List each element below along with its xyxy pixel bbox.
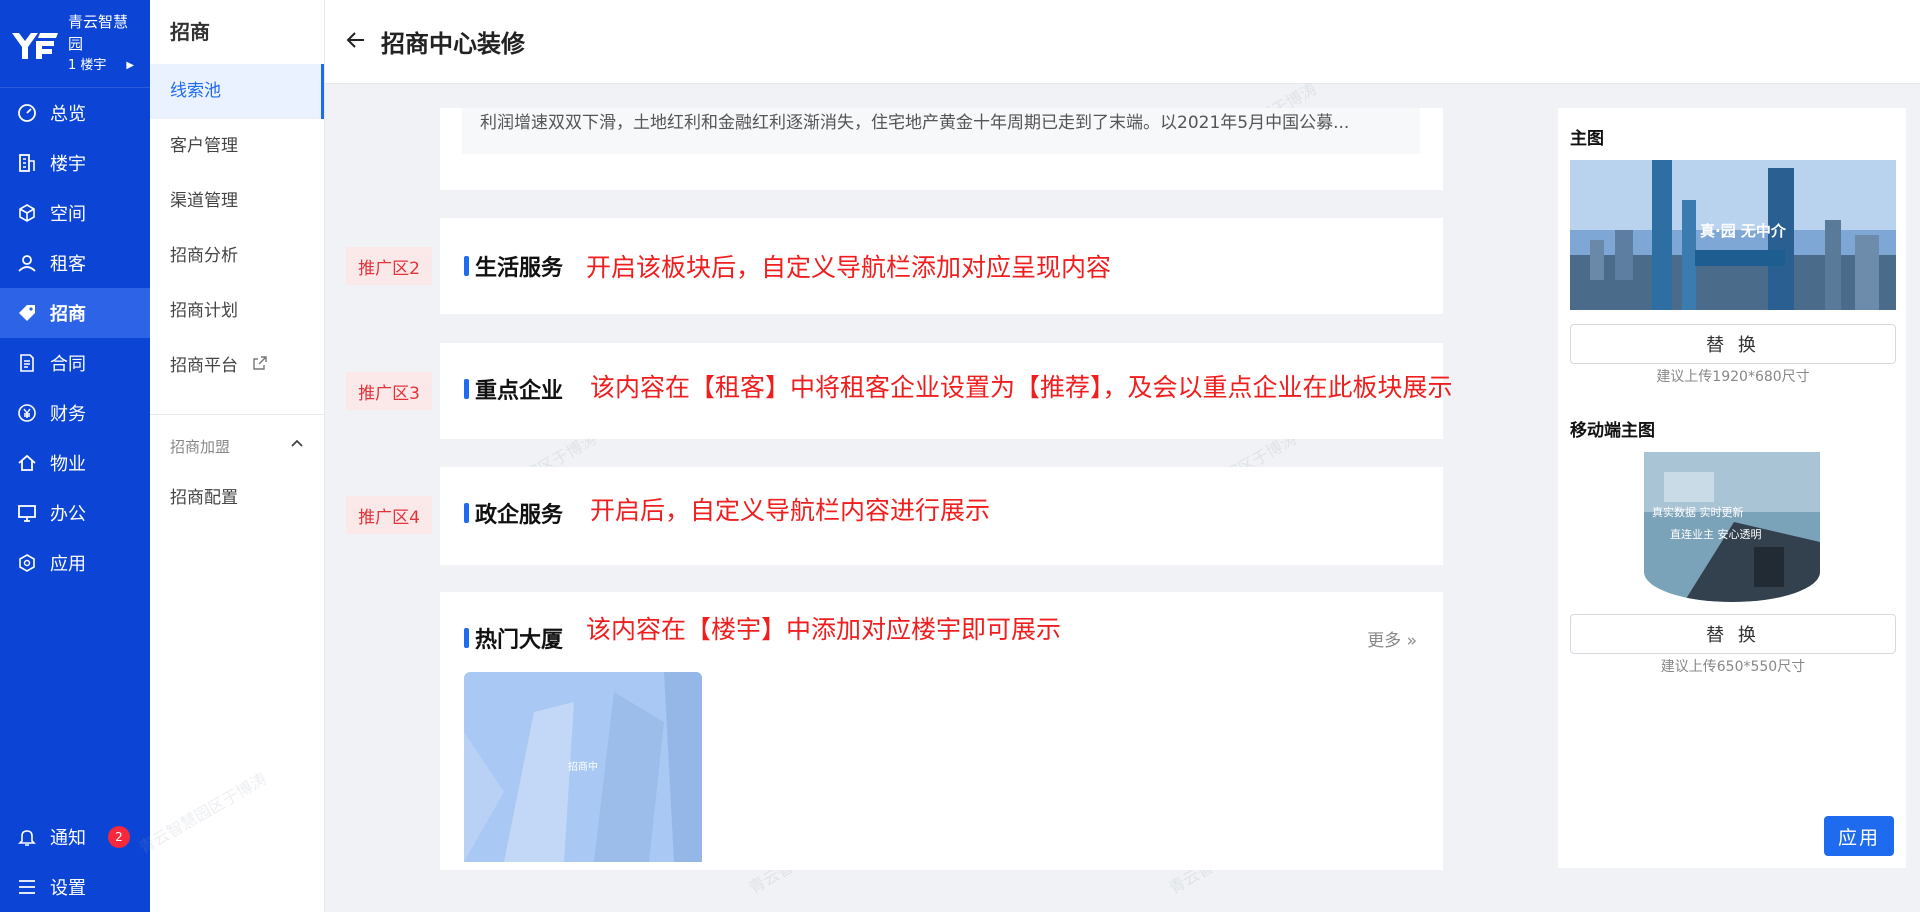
- settings-label: 设置: [50, 878, 86, 899]
- replace-mobile-image-button[interactable]: 替 换: [1570, 614, 1896, 654]
- nav-label: 应用: [50, 554, 86, 575]
- nav-item-finance[interactable]: 财务: [0, 388, 150, 438]
- mobile-image-hint: 建议上传650*550尺寸: [1660, 659, 1806, 675]
- section-marker: [464, 628, 469, 648]
- nav-item-office[interactable]: 办公: [0, 488, 150, 538]
- mobile-image-preview: 真实数据 实时更新 直连业主 安心透明: [1644, 452, 1820, 602]
- bell-icon: [16, 826, 38, 848]
- nav-label: 招商: [50, 304, 86, 325]
- section-title: 热门大厦: [475, 628, 564, 653]
- subnav-item-leads[interactable]: 线索池: [150, 64, 324, 119]
- external-link-icon: [252, 339, 268, 394]
- annotation-note: 开启后，自定义导航栏内容进行展示: [590, 496, 991, 525]
- section-life-service[interactable]: 生活服务 开启该板块后，自定义导航栏添加对应呈现内容: [440, 218, 1443, 314]
- nav-item-tenant[interactable]: 租客: [0, 238, 150, 288]
- promo-tag-3: 推广区3: [346, 372, 432, 410]
- notify-label: 通知: [50, 828, 86, 849]
- mobile-image-title: 移动端主图: [1570, 421, 1655, 441]
- page-title: 招商中心装修: [381, 30, 525, 58]
- building-icon: [16, 152, 38, 174]
- main-image-hint: 建议上传1920*680尺寸: [1656, 369, 1810, 385]
- section-title: 生活服务: [475, 256, 564, 281]
- brand-name: 青云智慧园: [68, 12, 129, 53]
- nav-item-space[interactable]: 空间: [0, 188, 150, 238]
- subnav-title: 招商: [170, 20, 210, 44]
- more-label: 更多: [1367, 631, 1402, 651]
- cube-icon: [16, 202, 38, 224]
- logo-icon: [10, 27, 62, 61]
- nav-item-investment[interactable]: 招商: [0, 288, 150, 338]
- nav-label: 财务: [50, 404, 86, 425]
- nav-label: 办公: [50, 504, 86, 525]
- promo-tag-2: 推广区2: [346, 247, 432, 285]
- section-marker: [464, 503, 469, 523]
- section-marker: [464, 256, 469, 276]
- nav-label: 租客: [50, 254, 86, 275]
- back-arrow-icon[interactable]: [345, 29, 367, 55]
- group-label: 招商加盟: [170, 437, 231, 456]
- settings-panel: 主图 真·园 无中介 替 换 建议上传1920*680尺寸 移动端主图 真实数据…: [1558, 108, 1906, 868]
- main-image-caption: 真·园 无中介: [1700, 222, 1786, 240]
- nav-item-apps[interactable]: 应用: [0, 538, 150, 588]
- subnav-item-plan[interactable]: 招商计划: [150, 284, 324, 339]
- nav-item-notify[interactable]: 通知 2: [0, 812, 150, 862]
- nav-item-building[interactable]: 楼宇: [0, 138, 150, 188]
- subnav-platform-label: 招商平台: [170, 356, 238, 376]
- section-hot-buildings[interactable]: 热门大厦 该内容在【楼宇】中添加对应楼宇即可展示 更多 » 招商中: [440, 592, 1443, 870]
- app-icon: [16, 552, 38, 574]
- more-link[interactable]: 更多 »: [1367, 626, 1417, 651]
- replace-main-image-button[interactable]: 替 换: [1570, 324, 1896, 364]
- nav-label: 空间: [50, 204, 86, 225]
- nav-label: 物业: [50, 454, 86, 475]
- nav-item-overview[interactable]: 总览: [0, 88, 150, 138]
- page-header: 招商中心装修: [325, 0, 1920, 84]
- subnav-item-channels[interactable]: 渠道管理: [150, 174, 324, 229]
- summary-text: 利润增速双双下滑，土地红利和金融红利逐渐消失，住宅地产黄金十年周期已走到了末端。…: [480, 113, 1350, 133]
- main-nav: 青云智慧园 1 楼宇 ▶ 总览 楼宇 空间 租客 招商 合同 财务 物业 办公 …: [0, 0, 150, 912]
- main-image-preview: 真·园 无中介: [1570, 160, 1896, 310]
- mobile-caption-line1: 真实数据 实时更新: [1652, 506, 1744, 519]
- subnav-item-analysis[interactable]: 招商分析: [150, 229, 324, 284]
- tag-icon: [16, 302, 38, 324]
- subnav-item-platform[interactable]: 招商平台: [150, 339, 324, 394]
- building-selector[interactable]: 1 楼宇: [68, 55, 106, 77]
- yen-icon: [16, 402, 38, 424]
- divider: [150, 414, 324, 415]
- nav-item-property[interactable]: 物业: [0, 438, 150, 488]
- chevron-up-icon: [290, 437, 304, 455]
- promo-tag-4: 推广区4: [346, 496, 432, 534]
- section-gov-service[interactable]: 政企服务 开启后，自定义导航栏内容进行展示: [440, 467, 1443, 565]
- subnav-item-config[interactable]: 招商配置: [150, 471, 324, 526]
- caret-right-icon: ▶: [126, 59, 135, 71]
- home-icon: [16, 452, 38, 474]
- monitor-icon: [16, 502, 38, 524]
- document-icon: [16, 352, 38, 374]
- nav-label: 总览: [50, 104, 86, 125]
- intro-summary[interactable]: 利润增速双双下滑，土地红利和金融红利逐渐消失，住宅地产黄金十年周期已走到了末端。…: [462, 108, 1420, 154]
- annotation-note: 该内容在【楼宇】中添加对应楼宇即可展示: [586, 615, 1062, 644]
- building-status: 招商中: [568, 762, 598, 773]
- subnav-item-customers[interactable]: 客户管理: [150, 119, 324, 174]
- dashboard-icon: [16, 102, 38, 124]
- double-chevron-right-icon: »: [1406, 631, 1417, 651]
- subnav-group-franchise[interactable]: 招商加盟: [150, 421, 324, 471]
- section-title: 重点企业: [475, 379, 564, 404]
- notify-badge: 2: [108, 826, 130, 848]
- brand[interactable]: 青云智慧园 1 楼宇 ▶: [0, 0, 150, 88]
- annotation-note: 该内容在【租客】中将租客企业设置为【推荐】，及会以重点企业在此板块展示: [590, 373, 1453, 402]
- annotation-note: 开启该板块后，自定义导航栏添加对应呈现内容: [586, 253, 1112, 282]
- sub-nav: 招商 线索池 客户管理 渠道管理 招商分析 招商计划 招商平台 招商加盟 招商配…: [150, 0, 325, 912]
- user-icon: [16, 252, 38, 274]
- apply-button[interactable]: 应用: [1824, 816, 1894, 856]
- section-title: 政企服务: [475, 503, 564, 528]
- building-card[interactable]: 招商中: [464, 672, 702, 862]
- nav-item-settings[interactable]: 设置: [0, 862, 150, 912]
- nav-label: 合同: [50, 354, 86, 375]
- main-image-title: 主图: [1570, 129, 1604, 149]
- nav-item-contract[interactable]: 合同: [0, 338, 150, 388]
- nav-label: 楼宇: [50, 154, 86, 175]
- menu-icon: [16, 876, 38, 898]
- section-marker: [464, 379, 469, 399]
- mobile-caption-line2: 直连业主 安心透明: [1670, 528, 1762, 541]
